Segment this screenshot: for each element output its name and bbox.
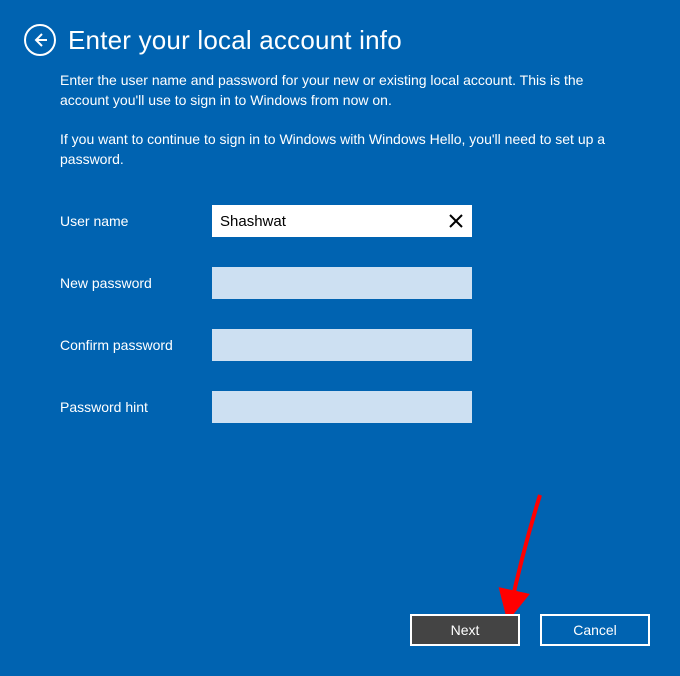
clear-input-button[interactable] <box>444 209 468 233</box>
confirm-password-input[interactable] <box>212 329 472 361</box>
password-hint-input[interactable] <box>212 391 472 423</box>
next-button[interactable]: Next <box>410 614 520 646</box>
description-paragraph-1: Enter the user name and password for you… <box>60 70 620 111</box>
cancel-button[interactable]: Cancel <box>540 614 650 646</box>
description-paragraph-2: If you want to continue to sign in to Wi… <box>60 129 620 170</box>
back-button[interactable] <box>24 24 56 56</box>
account-form: User name New password Confirm password <box>60 205 620 423</box>
new-password-input[interactable] <box>212 267 472 299</box>
new-password-label: New password <box>60 275 212 291</box>
page-title: Enter your local account info <box>68 25 402 56</box>
close-icon <box>449 214 463 228</box>
password-hint-label: Password hint <box>60 399 212 415</box>
annotation-arrow-icon <box>498 490 558 630</box>
username-input[interactable] <box>212 205 472 237</box>
confirm-password-label: Confirm password <box>60 337 212 353</box>
back-arrow-icon <box>32 32 48 48</box>
username-label: User name <box>60 213 212 229</box>
